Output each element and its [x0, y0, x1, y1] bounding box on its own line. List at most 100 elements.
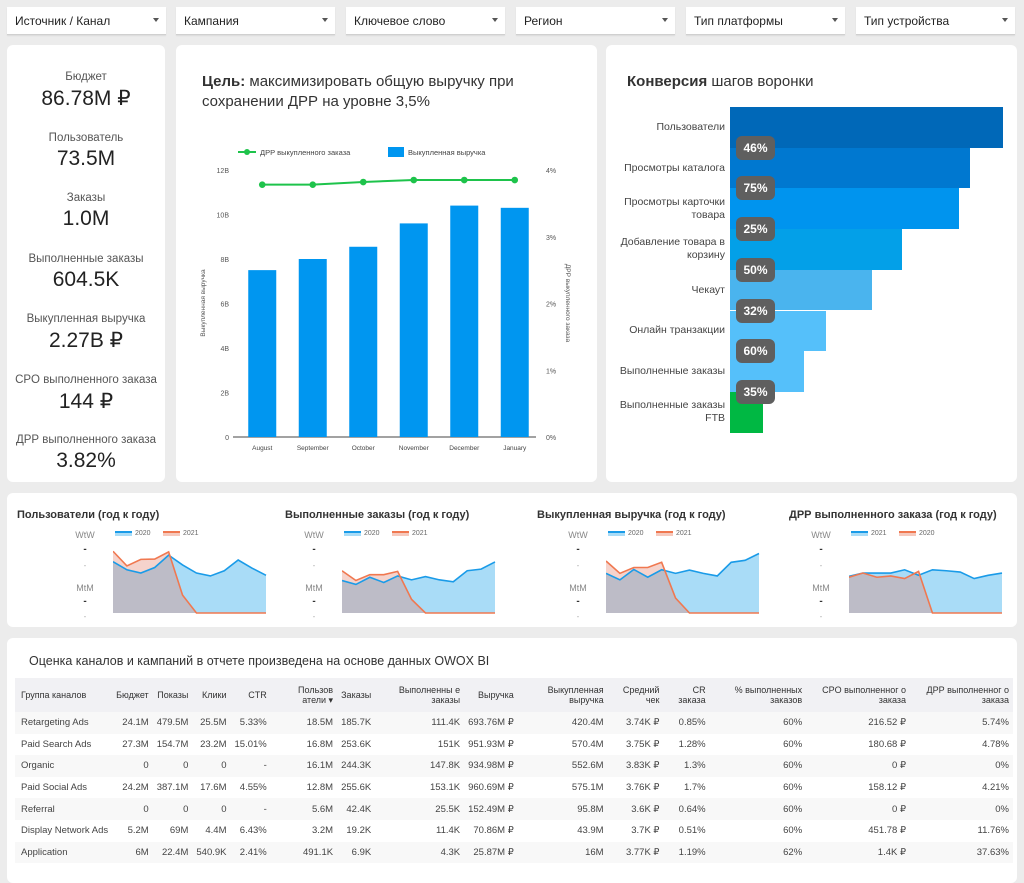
filter-label: Кампания [184, 14, 239, 28]
table-cell: 0 [112, 755, 153, 777]
kpi-label: Бюджет [65, 71, 107, 83]
wtw-value: - [83, 544, 87, 555]
column-header[interactable]: Группа каналов [15, 678, 113, 712]
table-cell: 693.76M ₽ [464, 712, 518, 734]
y2-tick-label: 1% [546, 368, 556, 375]
table-cell: 3.6K ₽ [607, 798, 664, 820]
column-header[interactable]: Клики [192, 678, 231, 712]
bar-december[interactable] [450, 205, 479, 437]
mtm-label: MtM [305, 583, 323, 593]
column-header[interactable]: Выручка [464, 678, 518, 712]
table-row[interactable]: Display Network Ads 5.2M 69M 4.4M 6.43% 3.2M 1… [15, 820, 1013, 842]
wtw-label: WtW [75, 530, 95, 540]
column-header[interactable]: CPO выполненног о заказа [806, 678, 911, 712]
goal-chart-card: Цель: максимизировать общую выручку при … [176, 45, 597, 482]
drr-point[interactable] [460, 176, 468, 184]
bar-august[interactable] [248, 270, 277, 437]
table-cell: 19.2K [346, 825, 372, 837]
legend-label: 2020 [135, 530, 151, 537]
drr-point[interactable] [258, 181, 266, 188]
table-cell: 0.85% [663, 712, 710, 734]
table-cell: 27.3M [122, 738, 149, 750]
column-header[interactable]: Заказы [337, 678, 376, 712]
table-cell: 570.4M [571, 738, 604, 750]
yoy-chart: ДРР выполненного заказа (год к году) WtW -… [789, 493, 1024, 627]
funnel-step-label: Просмотры каталога [624, 161, 725, 174]
column-header[interactable]: % выполненных заказов [709, 678, 807, 712]
table-cell: 153.1K [429, 782, 461, 794]
drr-point[interactable] [359, 178, 367, 186]
column-header[interactable]: Бюджет [112, 678, 153, 712]
table-cell: 151K [437, 738, 461, 750]
table-cell: 18.5M [270, 712, 338, 734]
yoy-charts-card: Пользователи (год к году) WtW - - MtM - -2020 2… [7, 493, 1017, 627]
filter-dropdown[interactable]: Кампания [176, 7, 335, 35]
column-header[interactable]: CR заказа [663, 678, 710, 712]
channels-table: Группа каналов Бюджет Показы Клики CTR Пользо… [15, 678, 1013, 864]
table-row[interactable]: Application 6M 22.4M 540.9K 2.41% 491.1K 6.9K 4… [15, 841, 1013, 864]
kpi-value: 604.5K [52, 267, 120, 291]
table-cell: 3.75K ₽ [625, 738, 660, 750]
yoy-area-chart: 2020 2021 [113, 530, 267, 614]
x-tick-label: November [399, 445, 430, 452]
column-header[interactable]: Средний чек [607, 678, 664, 712]
bar-october[interactable] [349, 246, 378, 437]
table-cell: - [230, 798, 271, 820]
bar-september[interactable] [298, 259, 327, 437]
chevron-down-icon [832, 18, 838, 22]
table-cell: 3.77K ₽ [607, 841, 664, 864]
table-cell: 95.8M [517, 798, 608, 820]
table-cell: 0% [910, 798, 1013, 820]
bar-november[interactable] [399, 223, 428, 437]
table-cell: 1.28% [678, 738, 706, 750]
table-row[interactable]: Organic 0 0 0-16.1M 244.3K 147.8K 934.98M ₽552… [15, 755, 1013, 777]
table-cell: 12.8M [306, 782, 334, 794]
column-header[interactable]: CTR [230, 678, 271, 712]
table-cell: 23.2M [200, 738, 227, 750]
table-cell: - [230, 755, 271, 777]
funnel-card: Конверсия шагов воронки Пользователи Прос… [606, 45, 1017, 482]
table-cell: 17.6M [200, 782, 227, 794]
table-cell: 25.5K [375, 798, 465, 820]
column-header[interactable]: Показы [152, 678, 193, 712]
chevron-down-icon [322, 18, 328, 22]
channels-table-card: Оценка каналов и кампаний в отчете произ… [7, 638, 1017, 883]
column-header[interactable]: Выкупленная выручка [517, 678, 608, 712]
wtw-label: WtW [304, 530, 324, 540]
filter-dropdown[interactable]: Ключевое слово [346, 7, 505, 35]
filter-label: Тип устройства [864, 14, 950, 28]
yoy-chart-title: Выкупленная выручка (год к году) [537, 509, 726, 521]
column-header[interactable]: Пользов атели ▾ [270, 678, 338, 712]
filter-dropdown[interactable]: Тип платформы [686, 7, 845, 35]
mtm-value: - [576, 596, 580, 607]
table-row[interactable]: Paid Search Ads 27.3M 154.7M 23.2M 15.01% 16.… [15, 734, 1013, 756]
drr-point[interactable] [309, 181, 317, 188]
table-cell: 16.8M [306, 738, 334, 750]
table-cell: 15.01% [234, 738, 267, 750]
filter-label: Источник / Канал [15, 14, 111, 28]
table-row[interactable]: Retargeting Ads 24.1M 479.5M 25.5M 5.33% 18.5… [15, 712, 1013, 734]
table-cell: 540.9K [192, 841, 231, 864]
table-cell: 1.4K ₽ [806, 841, 911, 864]
table-row[interactable]: Paid Social Ads 24.2M 387.1M 17.6M 4.55% 12.8… [15, 777, 1013, 799]
table-row[interactable]: Referral 0 0 0-5.6M 42.4K 25.5K 152.49M ₽95.8M… [15, 798, 1013, 820]
filter-dropdown[interactable]: Регион [516, 7, 675, 35]
yoy-area-chart: 2021 2020 [849, 530, 1003, 614]
y2-tick-label: 3% [546, 235, 556, 242]
table-cell: 216.52 ₽ [806, 712, 911, 734]
drr-point[interactable] [511, 176, 519, 184]
filter-dropdown[interactable]: Источник / Канал [7, 7, 166, 35]
table-cell: 60% [783, 738, 803, 750]
kpi-item: ДРР выполненного заказа 3.82% [7, 434, 165, 473]
bar-january[interactable] [500, 207, 529, 437]
table-cell: 0.64% [663, 798, 710, 820]
chevron-down-icon [662, 18, 668, 22]
table-cell: 11.4K [435, 825, 461, 837]
table-cell: 451.78 ₽ [868, 825, 907, 837]
column-header[interactable]: ДРР выполненног о заказа [910, 678, 1013, 712]
drr-point[interactable] [410, 176, 418, 184]
filter-dropdown[interactable]: Тип устройства [856, 7, 1015, 35]
column-header[interactable]: Выполненны е заказы [375, 678, 465, 712]
conversion-badge: 60% [736, 339, 775, 364]
y-tick-label: 0 [225, 435, 229, 442]
